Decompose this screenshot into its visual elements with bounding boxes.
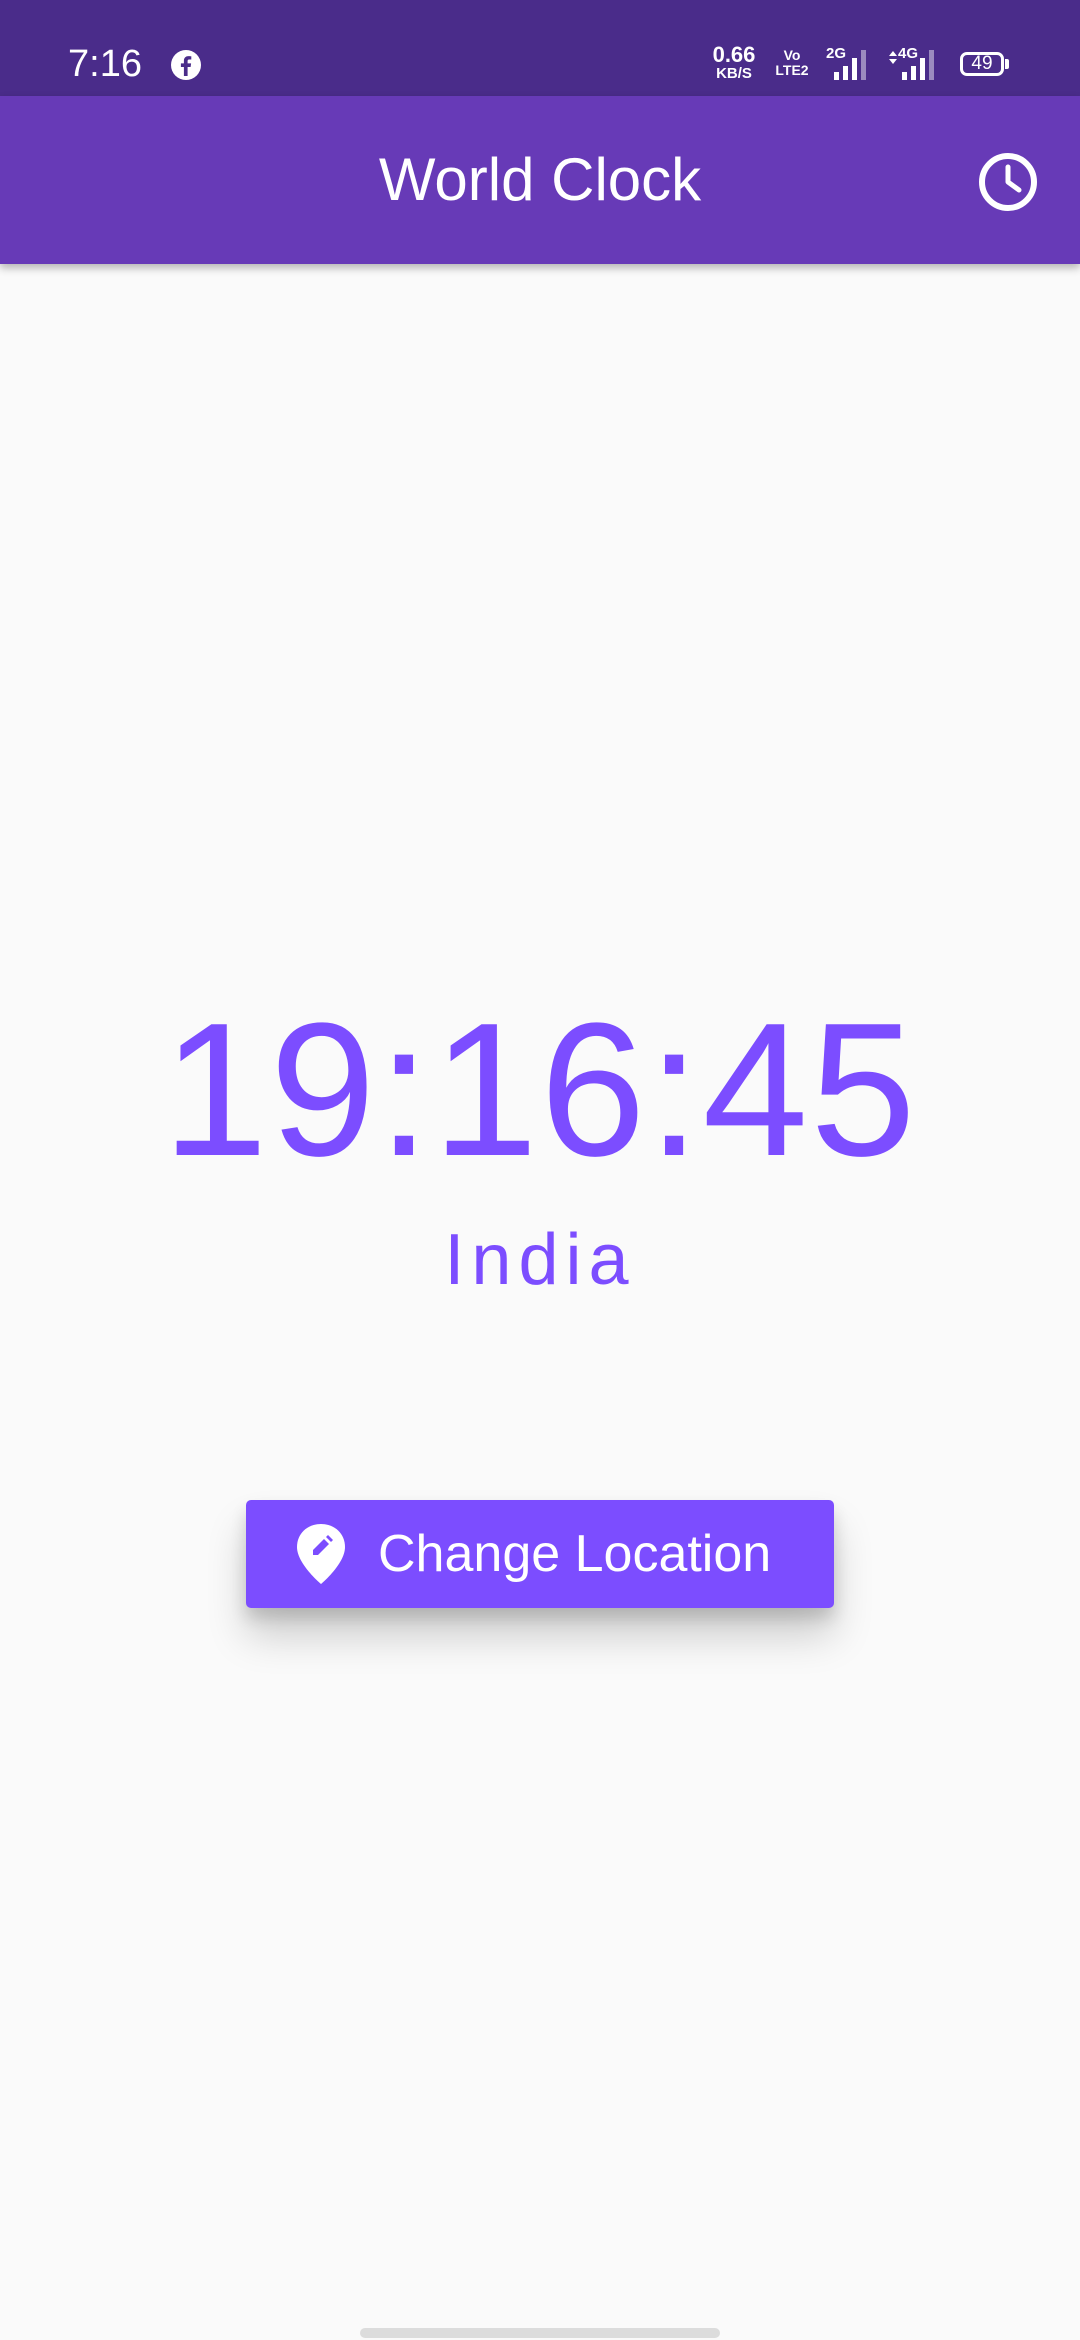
- signal-icon-sim2: [889, 50, 934, 80]
- facebook-icon: [171, 50, 201, 80]
- battery-level: 49: [971, 53, 993, 74]
- status-bar: 7:16 0.66 KB/S Vo LTE2 2G 4G 49: [0, 0, 1080, 96]
- change-location-label: Change Location: [378, 1525, 772, 1583]
- battery-icon: 49: [960, 52, 1004, 76]
- clock-time-display: 19:16:45: [162, 984, 918, 1196]
- edit-location-icon: [297, 1524, 345, 1584]
- volte-bottom-label: LTE2: [775, 62, 809, 78]
- clock-icon[interactable]: [976, 150, 1040, 214]
- change-location-button[interactable]: Change Location: [246, 1500, 834, 1608]
- network-speed-unit: KB/S: [716, 65, 752, 82]
- app-bar: World Clock: [0, 96, 1080, 264]
- volte-indicator: Vo LTE2: [773, 48, 811, 78]
- page-title: World Clock: [378, 146, 702, 213]
- volte-top-label: Vo: [783, 47, 801, 63]
- signal-icon-sim1: [834, 50, 866, 80]
- status-time: 7:16: [68, 43, 142, 85]
- gesture-navigation-bar[interactable]: [360, 2328, 720, 2338]
- location-name: India: [444, 1220, 636, 1300]
- battery-tip: [1005, 59, 1009, 69]
- network-speed: 0.66 KB/S: [706, 44, 762, 82]
- network-speed-value: 0.66: [712, 42, 756, 67]
